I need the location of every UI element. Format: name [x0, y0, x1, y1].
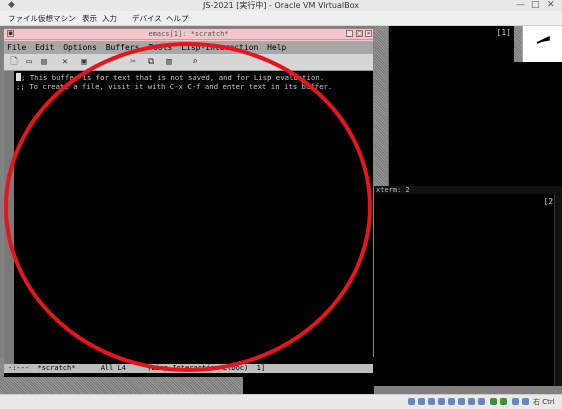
emacs-minimize-icon[interactable]: _ — [346, 30, 353, 37]
minimize-icon[interactable]: — — [516, 0, 525, 11]
buffer-line-1: ; This buffer is for text that is not sa… — [21, 73, 325, 82]
emacs-toolbar: 🗋 ▭ ▤ ✕ ▣ ↶ ✂ ⧉ ▥ ⌕ — [4, 54, 373, 71]
emacs-maximize-icon[interactable]: □ — [356, 30, 363, 37]
host-key-label: 右 Ctrl — [533, 398, 555, 406]
search-icon[interactable]: ⌕ — [190, 57, 200, 67]
emacs-menu-help[interactable]: Help — [267, 43, 286, 52]
emacs-menu-tools[interactable]: Tools — [148, 43, 172, 52]
audio-status-icon[interactable] — [428, 398, 435, 405]
emacs-close-icon[interactable]: × — [365, 30, 372, 37]
xterm-top[interactable]: [1] — [388, 26, 515, 186]
scratch-buffer-text[interactable]: ; This buffer is for text that is not sa… — [16, 73, 366, 91]
emacs-modeline: -:--- *scratch* All L4 (Lisp Interaction… — [4, 364, 373, 373]
shared-folder-status-icon[interactable] — [458, 398, 465, 405]
display-status-icon[interactable] — [468, 398, 475, 405]
host-menu-view[interactable]: 表示 — [82, 13, 97, 24]
emacs-window-menu-icon[interactable]: ■ — [7, 30, 14, 37]
emacs-menu-lisp[interactable]: Lisp-Interaction — [181, 43, 258, 52]
xterm-middle-title: xterm: 2 — [374, 186, 562, 194]
close-icon[interactable]: ✕ — [547, 0, 555, 11]
host-menu-devices[interactable]: デバイス — [132, 13, 162, 24]
host-menu-file[interactable]: ファイル — [8, 13, 38, 24]
paste-icon[interactable]: ▥ — [164, 57, 174, 67]
xterm-top-extension — [514, 62, 562, 186]
buffer-line-2: ;; To create a file, visit it with C-x C… — [16, 82, 333, 91]
recording-status-icon[interactable] — [478, 398, 485, 405]
cpu-status-icon[interactable] — [490, 398, 497, 405]
emacs-titlebar: ■ emacs[1]: *scratch* _ □ × — [4, 29, 373, 40]
open-folder-icon[interactable]: ▭ — [24, 57, 34, 67]
emacs-menu-file[interactable]: File — [7, 43, 26, 52]
undo-icon[interactable]: ↶ — [104, 57, 114, 67]
emacs-title-text: emacs[1]: *scratch* — [148, 30, 229, 38]
close-x-icon[interactable]: ✕ — [60, 57, 70, 67]
emacs-window[interactable]: ■ emacs[1]: *scratch* _ □ × File Edit Op… — [3, 28, 374, 377]
keyboard-capture-icon[interactable] — [522, 398, 529, 405]
host-menu-machine[interactable]: 仮想マシン — [38, 13, 76, 24]
cut-icon[interactable]: ✂ — [128, 57, 138, 67]
xterm-scrollbar[interactable] — [554, 194, 562, 386]
maximize-icon[interactable]: □ — [531, 0, 540, 11]
emacs-menu-buffers[interactable]: Buffers — [106, 43, 140, 52]
cd-status-icon[interactable] — [418, 398, 425, 405]
emacs-menu-options[interactable]: Options — [63, 43, 97, 52]
new-file-icon[interactable]: 🗋 — [9, 57, 19, 67]
clock-minute-hand — [540, 38, 550, 42]
xclock — [522, 26, 562, 62]
xterm-top-label: [1] — [496, 28, 511, 37]
save-icon[interactable]: ▣ — [79, 57, 89, 67]
host-window-title: JS-2021 [実行中] - Oracle VM VirtualBox — [203, 1, 359, 10]
host-menu-help[interactable]: ヘルプ — [166, 13, 189, 24]
host-menu-input[interactable]: 入力 — [102, 13, 117, 24]
open-dir-icon[interactable]: ▤ — [39, 57, 49, 67]
host-menubar: ファイル 仮想マシン 表示 入力 デバイス ヘルプ — [0, 11, 562, 26]
network-status-icon[interactable] — [438, 398, 445, 405]
usb-status-icon[interactable] — [448, 398, 455, 405]
emacs-menubar: File Edit Options Buffers Tools Lisp-Int… — [4, 41, 373, 54]
copy-icon[interactable]: ⧉ — [146, 57, 156, 67]
vt-status-icon[interactable] — [500, 398, 507, 405]
root-window-background — [374, 26, 388, 186]
hdd-status-icon[interactable] — [408, 398, 415, 405]
xterm-middle[interactable]: xterm: 2 [2] — [374, 186, 562, 386]
emacs-scrollbar[interactable] — [4, 71, 14, 364]
emacs-buffer-area[interactable]: ; This buffer is for text that is not sa… — [4, 71, 373, 364]
window-menu-icon[interactable]: ◆ — [8, 0, 15, 11]
host-statusbar: 右 Ctrl — [0, 394, 562, 409]
emacs-minibuffer[interactable] — [4, 373, 373, 377]
emacs-menu-edit[interactable]: Edit — [35, 43, 54, 52]
mouse-integration-icon[interactable] — [512, 398, 519, 405]
